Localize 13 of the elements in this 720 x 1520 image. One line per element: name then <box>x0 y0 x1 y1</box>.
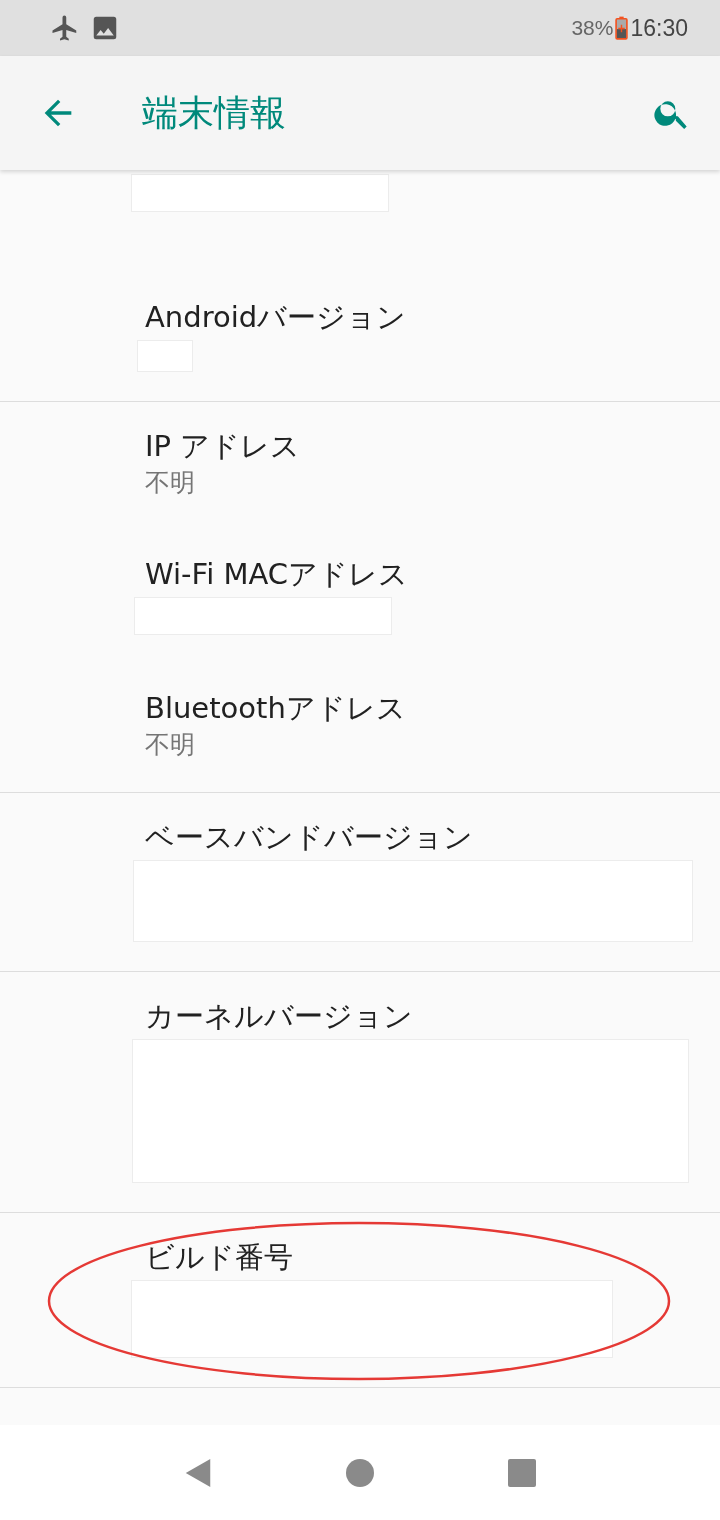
battery-percent: 38% <box>571 16 614 40</box>
item-title: カーネルバージョン <box>145 998 414 1035</box>
item-summary: 不明 <box>145 729 196 761</box>
item-summary: 不明 <box>145 467 196 499</box>
item-title: ビルド番号 <box>145 1239 294 1276</box>
item-title: Androidバージョン <box>145 299 408 336</box>
item-title: IP アドレス <box>145 428 302 465</box>
item-title: ベースバンドバージョン <box>145 819 474 856</box>
item-title: Wi-Fi MACアドレス <box>145 556 409 593</box>
item-title: Bluetoothアドレス <box>145 690 407 727</box>
screen-title: 端末情報 <box>142 90 286 135</box>
battery-icon <box>615 16 629 40</box>
clock: 16:30 <box>630 14 688 42</box>
